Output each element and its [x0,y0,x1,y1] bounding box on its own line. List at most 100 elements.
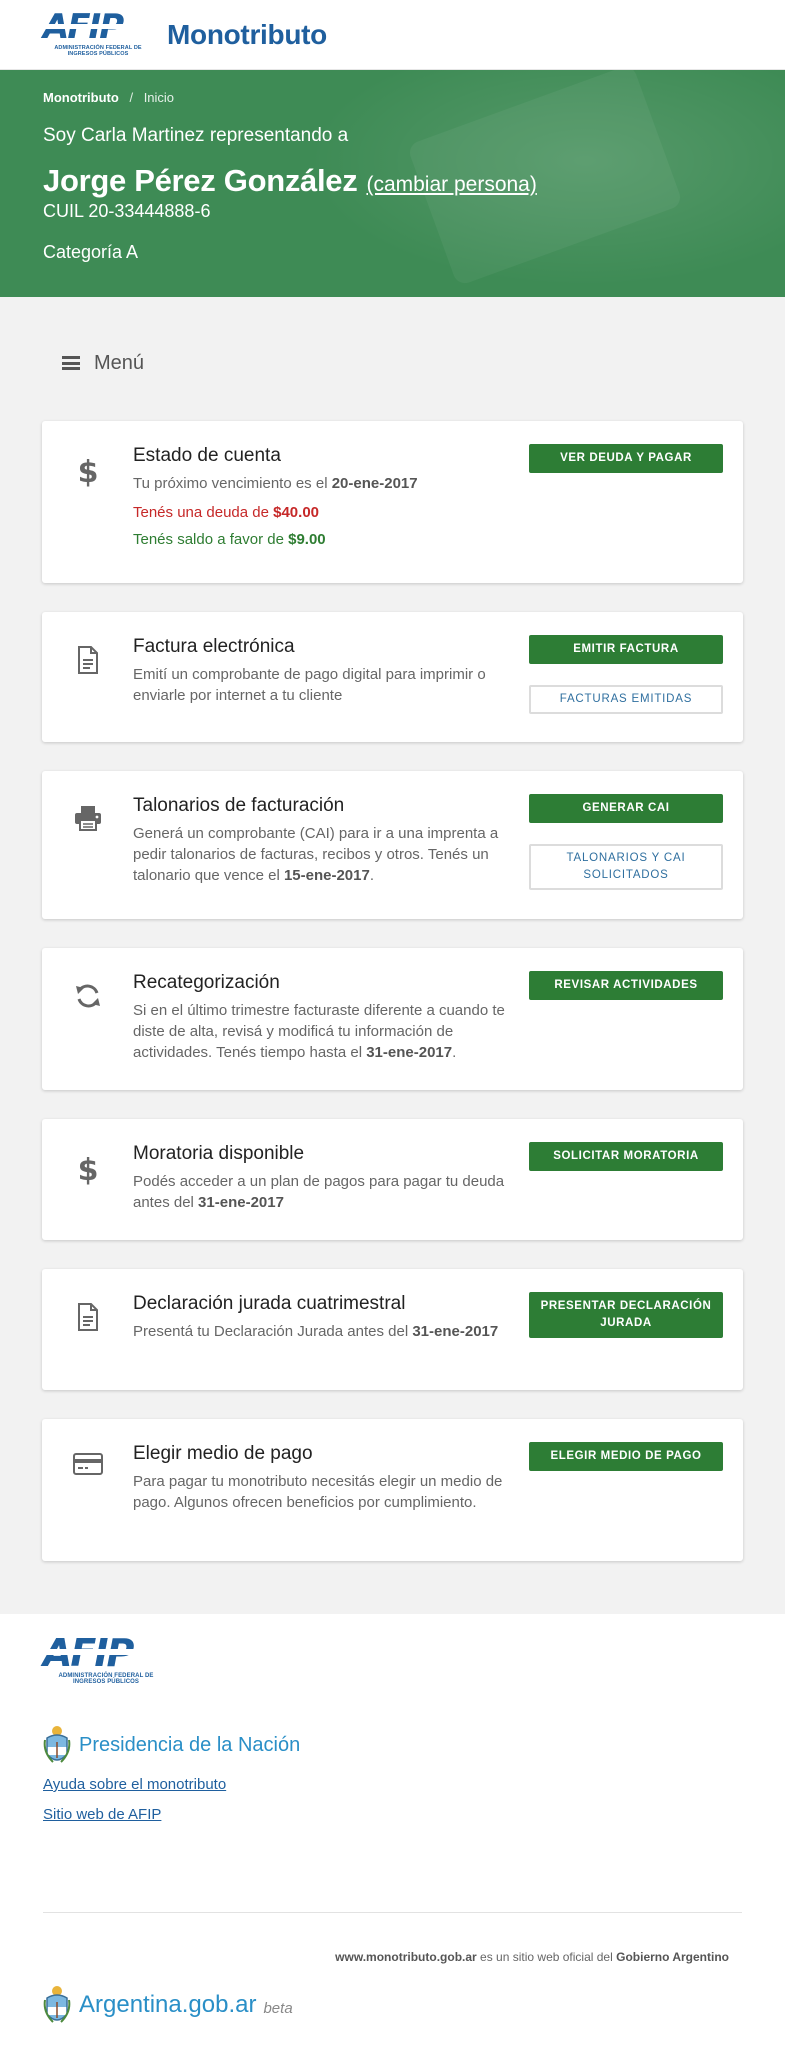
card-sworn-declaration: Declaración jurada cuatrimestral Present… [42,1269,743,1390]
card-account-status: $ Estado de cuenta Tu próximo vencimient… [42,421,743,583]
deadline-date: 31-ene-2017 [412,1323,499,1340]
card-title: Talonarios de facturación [133,795,345,816]
debt-text: Tenés una deuda de $40.00 [133,504,516,521]
argentina-gob-logo[interactable]: Argentina.gob.ar beta [43,1984,293,2026]
debt-prefix: Tenés una deuda de [133,504,274,521]
credit-card-icon [42,1419,133,1561]
card-moratorium: $ Moratoria disponible Podés acceder a u… [42,1119,743,1240]
afip-logo-word: AFIP [43,1631,134,1675]
argentina-gob-text: Argentina.gob.ar [79,1991,257,2018]
beta-label: beta [263,1999,293,2017]
representing-text: Soy Carla Martinez representando a [43,125,349,146]
menu-label: Menú [94,351,145,374]
card-body: Factura electrónica Emití un comprobante… [133,612,528,742]
credit-amount: $9.00 [288,531,326,548]
credit-text: Tenés saldo a favor de $9.00 [133,531,516,548]
refresh-icon [42,948,133,1090]
card-description: Generá un comprobante (CAI) para ir a un… [133,823,516,886]
card-actions: ELEGIR MEDIO DE PAGO [528,1419,743,1561]
hero-banner: Monotributo / Inicio Soy Carla Martinez … [0,70,785,297]
card-body: Declaración jurada cuatrimestral Present… [133,1269,528,1390]
description-text: Presentá tu Declaración Jurada antes del [133,1323,413,1340]
breadcrumb: Monotributo / Inicio [43,90,742,105]
card-body: Talonarios de facturación Generá un comp… [133,771,528,919]
card-body: Recategorización Si en el último trimest… [133,948,528,1090]
card-description: Para pagar tu monotributo necesitás eleg… [133,1473,503,1511]
coat-of-arms-icon [43,1986,71,2023]
dollar-icon: $ [42,1119,133,1240]
card-description: Presentá tu Declaración Jurada antes del… [133,1321,516,1342]
issued-invoices-button[interactable]: FACTURAS EMITIDAS [529,685,723,714]
afip-logo-word: AFIP [43,7,124,47]
breadcrumb-separator: / [129,90,134,105]
document-icon [42,612,133,742]
card-actions: GENERAR CAI TALONARIOS Y CAI SOLICITADOS [528,771,743,919]
card-title: Declaración jurada cuatrimestral [133,1293,406,1314]
card-title: Moratoria disponible [133,1143,305,1164]
card-body: Estado de cuenta Tu próximo vencimiento … [133,421,528,583]
card-description: Si en el último trimestre facturaste dif… [133,1000,516,1063]
card-title: Factura electrónica [133,636,295,657]
dollar-icon: $ [42,421,133,583]
footer-afip-logo[interactable]: AFIP ADMINISTRACIÓN FEDERAL DE INGRESOS … [43,1631,728,1685]
next-due-date: 20-ene-2017 [331,475,418,492]
printer-icon [42,771,133,919]
card-invoice-booklets: Talonarios de facturación Generá un comp… [42,771,743,919]
note-text: es un sitio web oficial del [476,1950,617,1964]
description-end: . [452,1044,457,1061]
card-description: Emití un comprobante de pago digital par… [133,666,486,704]
next-due-prefix: Tu próximo vencimiento es el [133,475,332,492]
presidencia-logo[interactable]: Presidencia de la Nación [43,1724,742,1766]
site-url: www.monotributo.gob.ar [335,1950,477,1964]
breadcrumb-root-link[interactable]: Monotributo [43,90,119,105]
change-person-link[interactable]: (cambiar persona) [366,173,536,197]
request-moratorium-button[interactable]: SOLICITAR MORATORIA [529,1142,723,1171]
choose-payment-method-button[interactable]: ELEGIR MEDIO DE PAGO [529,1442,723,1471]
help-monotributo-link[interactable]: Ayuda sobre el monotributo [43,1776,742,1793]
card-actions: REVISAR ACTIVIDADES [528,948,743,1090]
card-title: Elegir medio de pago [133,1443,313,1464]
review-activities-button[interactable]: REVISAR ACTIVIDADES [529,971,723,1000]
svg-text:$: $ [77,1153,98,1185]
generate-cai-button[interactable]: GENERAR CAI [529,794,723,823]
view-debt-pay-button[interactable]: VER DEUDA Y PAGAR [529,444,723,473]
official-site-note: www.monotributo.gob.ar es un sitio web o… [335,1950,729,1964]
description-end: . [369,867,375,884]
card-description: Podés acceder a un plan de pagos para pa… [133,1171,516,1213]
afip-website-link[interactable]: Sitio web de AFIP [43,1806,742,1823]
credit-prefix: Tenés saldo a favor de [133,531,289,548]
next-due-text: Tu próximo vencimiento es el 20-ene-2017 [133,473,516,494]
debt-amount: $40.00 [273,504,320,521]
card-actions: SOLICITAR MORATORIA [528,1119,743,1240]
hamburger-icon [62,356,80,370]
footer: AFIP ADMINISTRACIÓN FEDERAL DE INGRESOS … [0,1614,785,2048]
person-name: Jorge Pérez González [43,163,358,198]
person-line: Jorge Pérez González (cambiar persona) [43,163,742,199]
breadcrumb-current: Inicio [143,90,175,105]
card-body: Moratoria disponible Podés acceder a un … [133,1119,528,1240]
card-title: Recategorización [133,972,280,993]
afip-logo[interactable]: AFIP ADMINISTRACIÓN FEDERAL DE INGRESOS … [43,7,153,57]
card-body: Elegir medio de pago Para pagar tu monot… [133,1419,528,1561]
submit-declaration-button[interactable]: PRESENTAR DECLARACIÓN JURADA [529,1292,723,1338]
card-payment-method: Elegir medio de pago Para pagar tu monot… [42,1419,743,1561]
card-actions: EMITIR FACTURA FACTURAS EMITIDAS [528,612,743,742]
card-title: Estado de cuenta [133,445,281,466]
menu-toggle[interactable]: Menú [42,297,743,421]
requested-booklets-button[interactable]: TALONARIOS Y CAI SOLICITADOS [529,844,723,890]
expiry-date: 15-ene-2017 [283,867,370,884]
description-text: Podés acceder a un plan de pagos para pa… [133,1173,505,1211]
footer-divider [43,1912,742,1913]
svg-text:$: $ [77,455,98,487]
cuil-number: CUIL 20-33444888-6 [43,201,211,221]
top-header: AFIP ADMINISTRACIÓN FEDERAL DE INGRESOS … [0,0,785,70]
presidencia-text: Presidencia de la Nación [79,1733,301,1756]
issue-invoice-button[interactable]: EMITIR FACTURA [529,635,723,664]
deadline-date: 31-ene-2017 [198,1194,284,1211]
coat-of-arms-icon [43,1726,71,1763]
app-title[interactable]: Monotributo [167,19,327,51]
card-actions: PRESENTAR DECLARACIÓN JURADA [528,1269,743,1390]
document-icon [42,1269,133,1390]
card-actions: VER DEUDA Y PAGAR [528,421,743,583]
deadline-date: 31-ene-2017 [366,1044,453,1061]
